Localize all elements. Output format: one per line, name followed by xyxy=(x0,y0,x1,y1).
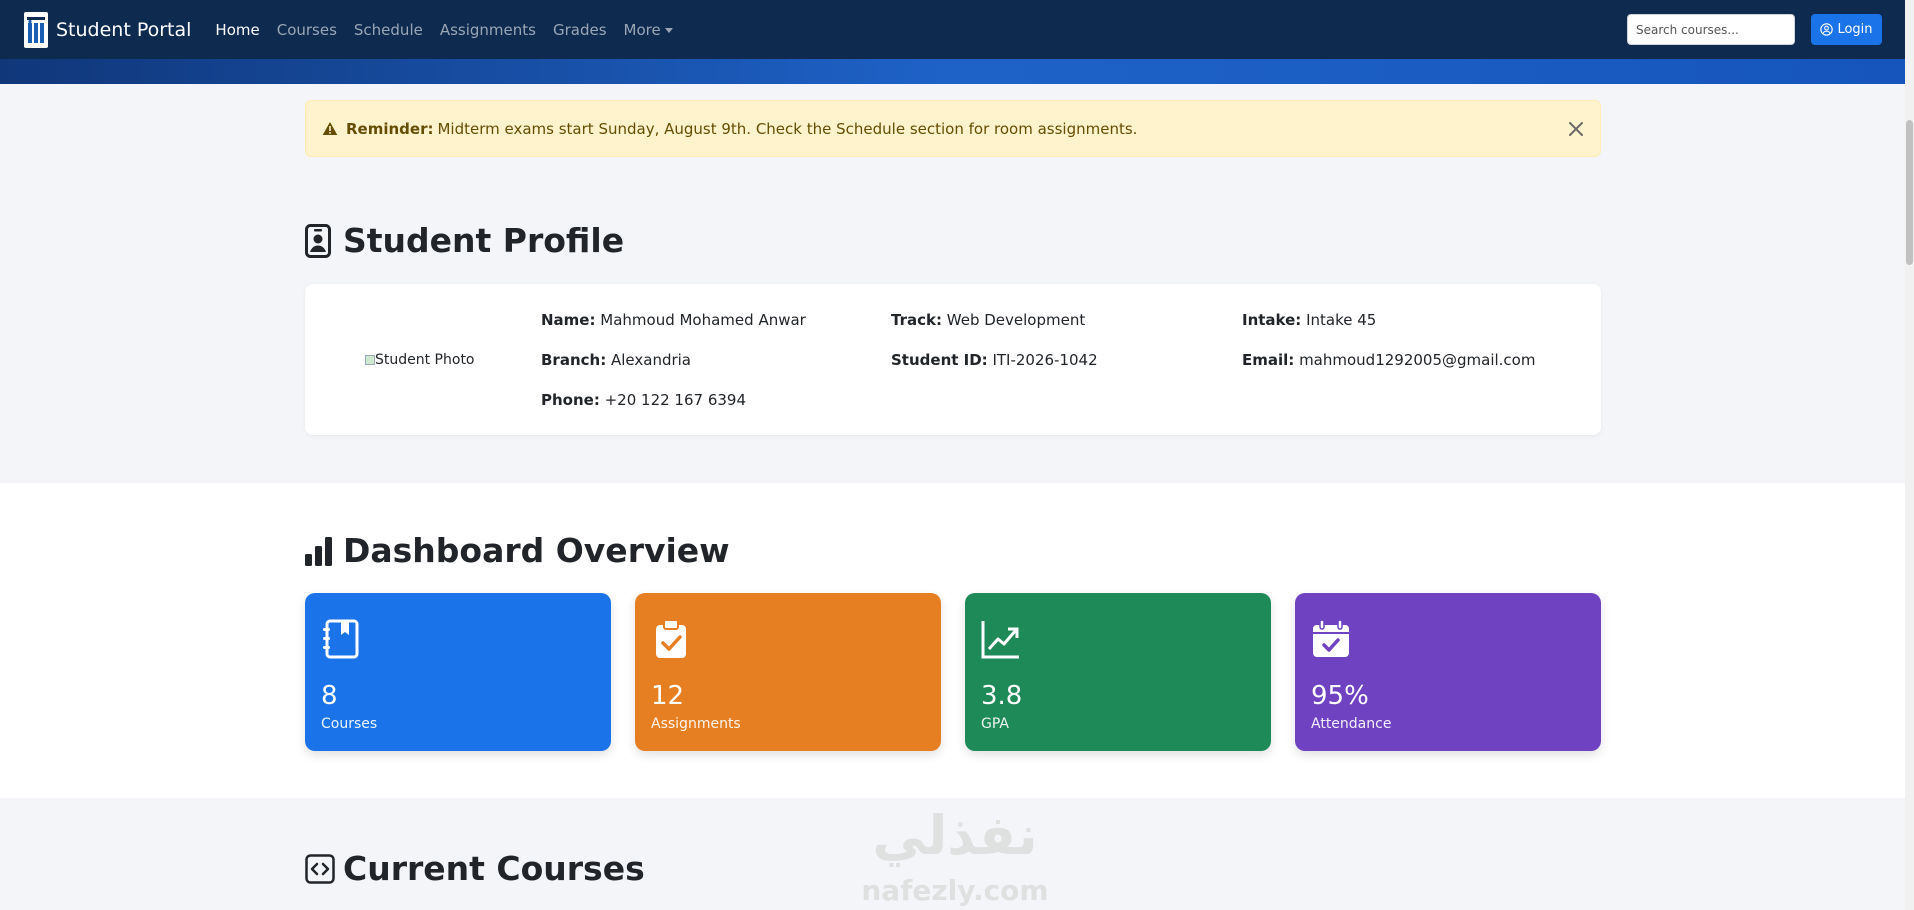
profile-track: Track: Web Development xyxy=(891,311,1085,329)
profile-intake: Intake: Intake 45 xyxy=(1242,311,1376,329)
student-id-value: ITI-2026-1042 xyxy=(992,351,1098,369)
nav-link-schedule[interactable]: Schedule xyxy=(354,21,423,39)
dashboard-overview-heading: Dashboard Overview xyxy=(305,531,730,570)
alert-message: Midterm exams start Sunday, August 9th. … xyxy=(437,119,1138,138)
track-label: Track: xyxy=(891,311,942,329)
warning-triangle-icon xyxy=(322,122,338,135)
search-input[interactable] xyxy=(1627,14,1795,45)
login-label: Login xyxy=(1837,22,1873,37)
broken-image-icon xyxy=(365,355,375,365)
intake-value: Intake 45 xyxy=(1306,311,1377,329)
phone-value: +20 122 167 6394 xyxy=(604,391,747,409)
brand-name: Student Portal xyxy=(56,18,192,41)
alert-strong: Reminder: xyxy=(346,119,434,138)
calendar-check-icon xyxy=(1313,619,1349,657)
svg-text:nafezly.com: nafezly.com xyxy=(861,874,1048,907)
person-circle-icon xyxy=(1820,23,1834,36)
email-value: mahmoud1292005@gmail.com xyxy=(1299,351,1536,369)
student-profile-heading: Student Profile xyxy=(305,221,624,260)
stat-card-courses[interactable]: 8 Courses xyxy=(305,593,611,751)
overview-section xyxy=(0,483,1905,798)
student-photo-alt: Student Photo xyxy=(375,352,475,368)
phone-label: Phone: xyxy=(541,391,600,409)
nav-link-assignments[interactable]: Assignments xyxy=(440,21,536,39)
intake-label: Intake: xyxy=(1242,311,1302,329)
branch-label: Branch: xyxy=(541,351,607,369)
top-navbar: Student Portal Home Courses Schedule Ass… xyxy=(0,0,1905,59)
nav-dropdown-more[interactable]: More xyxy=(624,21,673,39)
nav-links: Home Courses Schedule Assignments Grades… xyxy=(215,21,689,39)
section-title-overview: Dashboard Overview xyxy=(343,531,730,570)
track-value: Web Development xyxy=(946,311,1086,329)
stat-label: Attendance xyxy=(1311,716,1392,732)
hero-banner-edge xyxy=(0,59,1905,84)
stat-value: 12 xyxy=(651,681,685,711)
profile-branch: Branch: Alexandria xyxy=(541,351,691,369)
page-scrollbar[interactable] xyxy=(1905,0,1914,910)
stat-label: GPA xyxy=(981,716,1009,732)
stat-card-assignments[interactable]: 12 Assignments xyxy=(635,593,941,751)
section-title-courses: Current Courses xyxy=(343,849,645,888)
stat-value: 8 xyxy=(321,681,338,711)
name-label: Name: xyxy=(541,311,596,329)
journal-bookmark-icon xyxy=(323,619,359,659)
nav-link-home[interactable]: Home xyxy=(215,21,259,39)
stat-card-attendance[interactable]: 95% Attendance xyxy=(1295,593,1601,751)
stat-label: Assignments xyxy=(651,716,741,732)
profile-email: Email: mahmoud1292005@gmail.com xyxy=(1242,351,1535,369)
nav-link-courses[interactable]: Courses xyxy=(277,21,337,39)
page-title: Student Profile xyxy=(343,221,625,260)
profile-student-id: Student ID: ITI-2026-1042 xyxy=(891,351,1098,369)
brand-logo-icon xyxy=(24,11,48,48)
current-courses-heading: Current Courses xyxy=(305,849,645,888)
bar-chart-icon xyxy=(305,533,335,569)
nafezly-watermark-logo: نفذلي nafezly.com xyxy=(861,804,1048,907)
student-photo: Student Photo xyxy=(365,352,475,368)
student-id-label: Student ID: xyxy=(891,351,988,369)
profile-card: Student Photo Name: Mahmoud Mohamed Anwa… xyxy=(305,284,1601,435)
nav-more-label: More xyxy=(623,20,661,39)
reminder-alert: Reminder: Midterm exams start Sunday, Au… xyxy=(305,100,1601,157)
profile-phone: Phone: +20 122 167 6394 xyxy=(541,391,746,409)
branch-value: Alexandria xyxy=(610,351,692,369)
graph-up-icon xyxy=(981,621,1019,659)
caret-down-icon xyxy=(664,27,673,33)
name-value: Mahmoud Mohamed Anwar xyxy=(600,311,806,329)
nav-link-grades[interactable]: Grades xyxy=(553,21,607,39)
svg-text:نفذلي: نفذلي xyxy=(872,804,1037,867)
stat-value: 3.8 xyxy=(981,681,1023,711)
close-icon[interactable] xyxy=(1566,119,1586,139)
profile-name: Name: Mahmoud Mohamed Anwar xyxy=(541,311,806,329)
email-label: Email: xyxy=(1242,351,1295,369)
brand[interactable]: Student Portal xyxy=(24,11,192,48)
login-button[interactable]: Login xyxy=(1811,14,1882,45)
stat-card-gpa[interactable]: 3.8 GPA xyxy=(965,593,1271,751)
person-badge-icon xyxy=(305,223,335,259)
stat-label: Courses xyxy=(321,716,378,732)
clipboard-check-icon xyxy=(656,619,686,658)
stat-value: 95% xyxy=(1311,681,1369,711)
code-square-icon xyxy=(305,851,335,887)
scrollbar-thumb[interactable] xyxy=(1906,120,1913,265)
